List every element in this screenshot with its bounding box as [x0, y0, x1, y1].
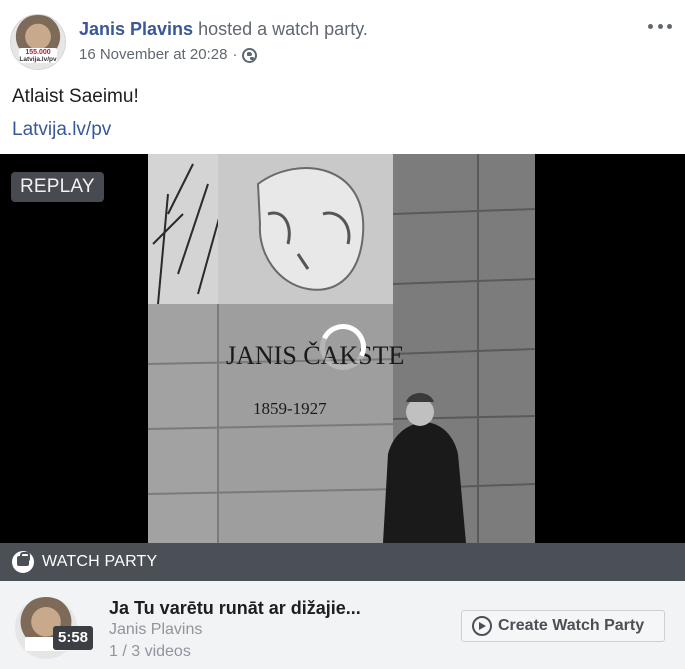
post-timestamp[interactable]: 16 November at 20:28 [79, 46, 227, 64]
post-header: 155.000 Latvija.lv/pv Janis Plavins host… [0, 0, 685, 80]
avatar-badge-count: 155.000 [25, 49, 51, 56]
post-text: Atlaist Saeimu! [12, 86, 139, 107]
video-player[interactable]: JANIS ČAKSTE 1859-1927 REPLAY [0, 154, 685, 543]
post-action-text: hosted a watch party. [198, 19, 368, 39]
dot [667, 23, 672, 29]
replay-badge: REPLAY [11, 172, 104, 202]
meta-separator: · [232, 46, 238, 63]
watch-party-title[interactable]: Ja Tu varētu runāt ar dižajie... [109, 597, 361, 619]
video-duration: 5:58 [53, 626, 94, 650]
post-link[interactable]: Latvija.lv/pv [12, 118, 111, 142]
avatar-badge-site: Latvija.lv/pv [19, 56, 57, 63]
watch-party-icon [12, 551, 34, 573]
post-author-line: Janis Plavins hosted a watch party. [79, 18, 368, 40]
watch-party-video-count: 1 / 3 videos [109, 643, 191, 660]
more-options-icon[interactable] [645, 16, 675, 36]
watch-party-label: WATCH PARTY [42, 553, 158, 570]
svg-text:1859-1927: 1859-1927 [253, 399, 327, 418]
create-watch-party-button[interactable]: Create Watch Party [461, 610, 665, 642]
watch-party-play-icon [472, 616, 492, 636]
dot [648, 23, 653, 29]
author-name-link[interactable]: Janis Plavins [79, 19, 193, 39]
watch-party-bar: WATCH PARTY [0, 543, 685, 581]
author-avatar[interactable]: 155.000 Latvija.lv/pv [10, 14, 66, 70]
svg-text:JANIS ČAKSTE: JANIS ČAKSTE [226, 341, 404, 370]
watch-party-host: Janis Plavins [109, 621, 203, 638]
create-watch-party-label: Create Watch Party [498, 617, 645, 634]
post-meta: 16 November at 20:28 · [79, 46, 258, 64]
dot [657, 23, 663, 29]
globe-icon[interactable] [242, 47, 258, 63]
avatar-badge: 155.000 Latvija.lv/pv [19, 48, 57, 63]
